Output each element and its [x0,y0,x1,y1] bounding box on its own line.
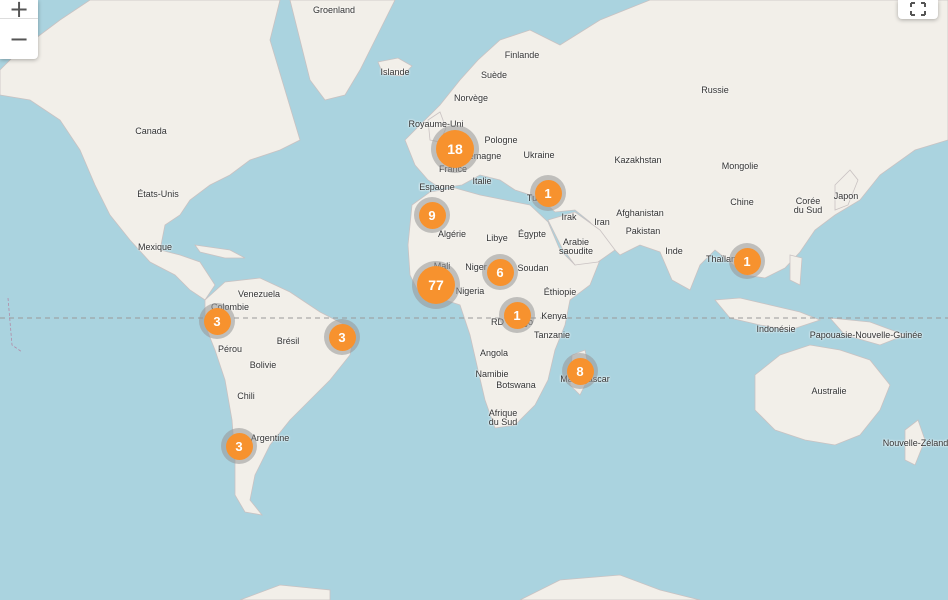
cluster-marker-colombia[interactable]: 3 [199,303,235,339]
fullscreen-icon [910,2,926,16]
antarctica-shape [239,584,331,600]
cluster-count: 3 [203,307,231,335]
fullscreen-button[interactable] [898,0,938,19]
iceland-shape [377,57,413,77]
land-layer [0,0,948,600]
minus-icon: − [8,25,30,53]
antarctic-islands-shape [519,574,701,600]
plus-icon: + [8,0,30,23]
cluster-count: 18 [436,130,474,168]
indonesia-shape [714,297,822,331]
cluster-marker-congo[interactable]: 1 [499,297,535,333]
new-zealand-shape [904,419,926,466]
zoom-in-button[interactable]: + [0,0,38,23]
papua-shape [829,317,907,346]
australia-shape [754,344,891,446]
greenland-shape [289,0,396,101]
cluster-count: 3 [328,323,356,351]
cluster-count: 8 [566,357,594,385]
north-america-shape [0,0,301,301]
cluster-marker-algeria[interactable]: 9 [414,197,450,233]
cluster-count: 6 [486,258,514,286]
cluster-marker-west-africa[interactable]: 77 [412,261,460,309]
cluster-marker-brazil-east[interactable]: 3 [324,319,360,355]
cluster-count: 9 [418,201,446,229]
world-map[interactable]: Groenland Islande Finlande Suède Norvège Russ… [0,0,948,600]
philippines-shape [789,254,803,286]
cluster-count: 1 [534,179,562,207]
cluster-marker-sudan[interactable]: 6 [482,254,518,290]
cluster-count: 77 [417,266,455,304]
cluster-count: 3 [225,432,253,460]
zoom-control: + − [0,0,38,59]
date-line [7,297,23,353]
cluster-marker-turkey[interactable]: 1 [530,175,566,211]
cluster-marker-thailand[interactable]: 1 [729,243,765,279]
cluster-marker-argentina[interactable]: 3 [221,428,257,464]
caribbean-shape [194,244,246,259]
zoom-out-button[interactable]: − [0,18,38,59]
cluster-marker-europe-west[interactable]: 18 [431,125,479,173]
cluster-count: 1 [733,247,761,275]
cluster-marker-madagascar[interactable]: 8 [562,353,598,389]
cluster-count: 1 [503,301,531,329]
